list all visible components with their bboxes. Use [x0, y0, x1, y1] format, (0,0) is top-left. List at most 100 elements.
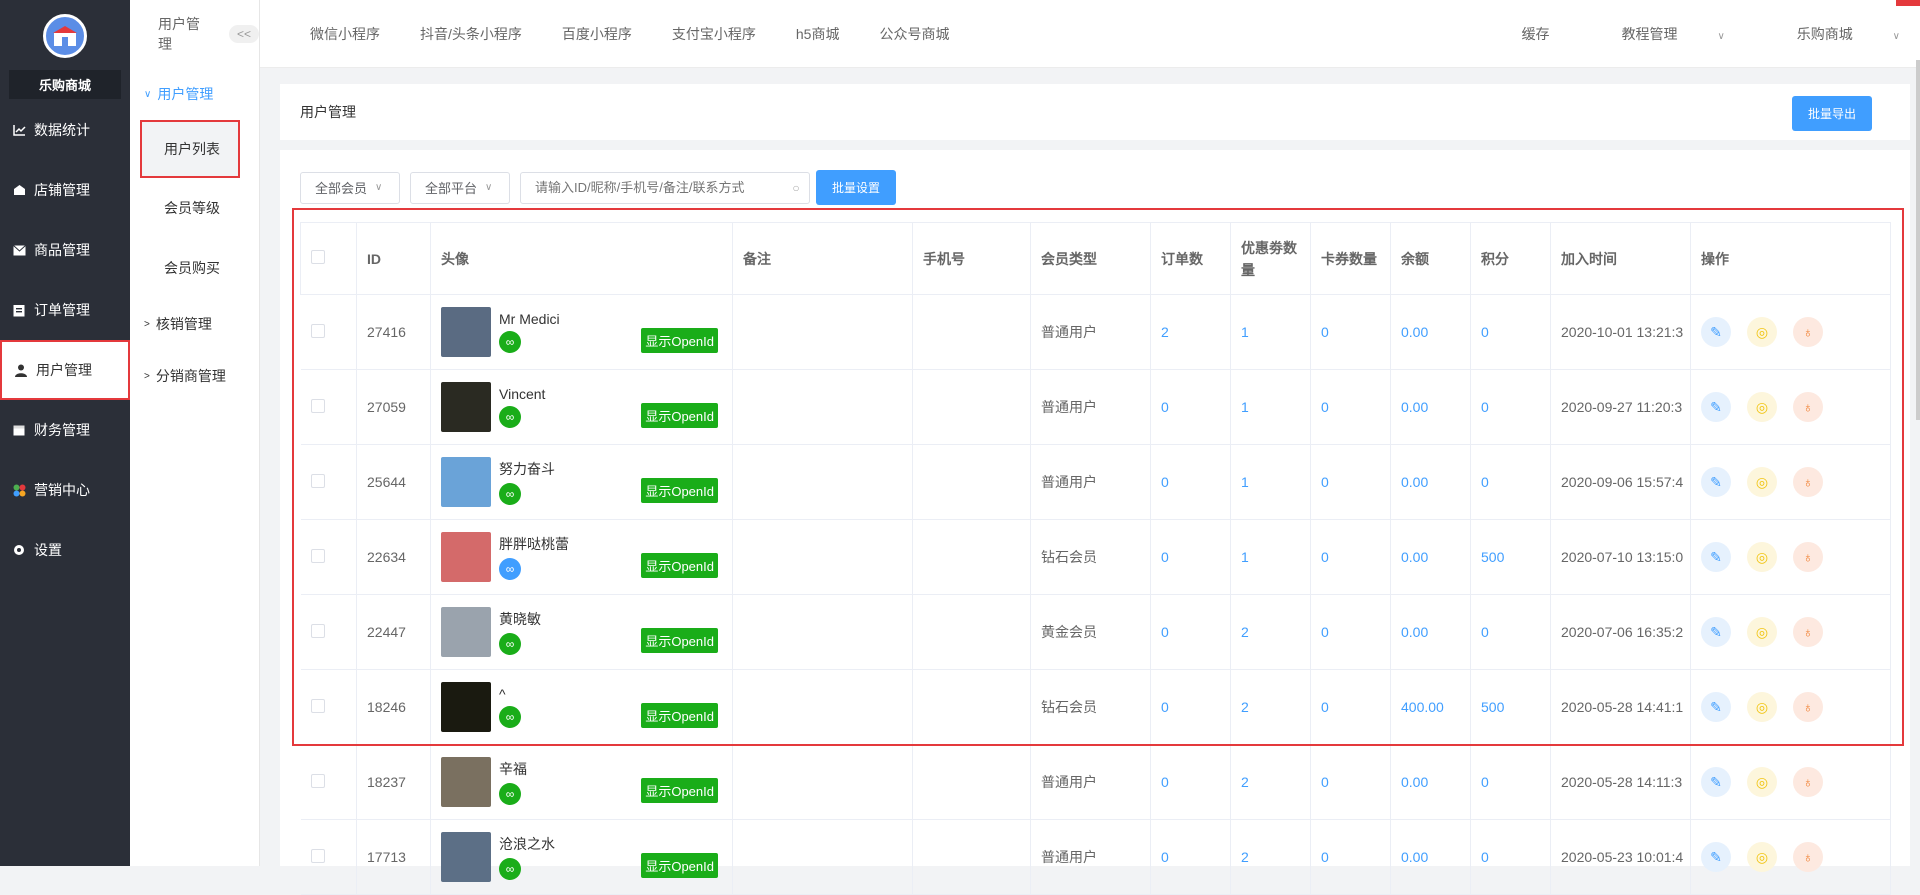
show-openid-button[interactable]: 显示OpenId [641, 628, 718, 653]
scrollbar[interactable] [1916, 60, 1920, 420]
show-openid-button[interactable]: 显示OpenId [641, 403, 718, 428]
money-bag-icon[interactable]: ♁ [1793, 842, 1823, 872]
balance[interactable]: 0.00 [1390, 369, 1471, 445]
coin-icon[interactable]: ◎ [1747, 392, 1777, 422]
select-all-checkbox[interactable] [311, 250, 325, 264]
card-count[interactable]: 0 [1310, 294, 1391, 370]
money-bag-icon[interactable]: ♁ [1793, 392, 1823, 422]
tutorial-menu[interactable]: 教程管理 ∨ [1586, 24, 1725, 44]
tab-h5-mall[interactable]: h5商城 [796, 24, 840, 44]
points[interactable]: 0 [1470, 744, 1551, 820]
edit-icon[interactable]: ✎ [1701, 392, 1731, 422]
coupon-count[interactable]: 1 [1230, 444, 1311, 520]
money-bag-icon[interactable]: ♁ [1793, 767, 1823, 797]
collapse-button[interactable]: << [228, 25, 259, 43]
balance[interactable]: 0.00 [1390, 744, 1471, 820]
coin-icon[interactable]: ◎ [1747, 842, 1777, 872]
platform-select[interactable]: 全部平台 ∨ [410, 171, 510, 204]
points[interactable]: 0 [1470, 294, 1551, 370]
order-count[interactable]: 0 [1150, 519, 1231, 595]
cache-link[interactable]: 缓存 [1522, 24, 1550, 44]
order-count[interactable]: 0 [1150, 444, 1231, 520]
sidebar-item-6[interactable]: 营销中心 [0, 460, 130, 520]
coin-icon[interactable]: ◎ [1747, 317, 1777, 347]
card-count[interactable]: 0 [1310, 594, 1391, 670]
balance[interactable]: 0.00 [1390, 594, 1471, 670]
row-checkbox[interactable] [310, 473, 325, 488]
balance[interactable]: 0.00 [1390, 444, 1471, 520]
row-checkbox[interactable] [310, 548, 325, 563]
money-bag-icon[interactable]: ♁ [1793, 467, 1823, 497]
coupon-count[interactable]: 1 [1230, 519, 1311, 595]
tab-alipay-miniprogram[interactable]: 支付宝小程序 [672, 24, 756, 44]
balance[interactable]: 0.00 [1390, 294, 1471, 370]
points[interactable]: 0 [1470, 594, 1551, 670]
show-openid-button[interactable]: 显示OpenId [641, 553, 718, 578]
tab-wechat-miniprogram[interactable]: 微信小程序 [310, 24, 380, 44]
member-select[interactable]: 全部会员 ∨ [300, 171, 400, 204]
tab-official-account-mall[interactable]: 公众号商城 [879, 24, 949, 44]
batch-settings-button[interactable]: 批量设置 [816, 170, 897, 205]
money-bag-icon[interactable]: ♁ [1793, 542, 1823, 572]
money-bag-icon[interactable]: ♁ [1793, 617, 1823, 647]
coupon-count[interactable]: 2 [1230, 669, 1311, 745]
money-bag-icon[interactable]: ♁ [1793, 317, 1823, 347]
order-count[interactable]: 2 [1150, 294, 1231, 370]
order-count[interactable]: 0 [1150, 819, 1231, 895]
coupon-count[interactable]: 2 [1230, 594, 1311, 670]
subnav-group-distributor[interactable]: > 分销商管理 [130, 350, 259, 402]
row-checkbox[interactable] [310, 398, 325, 413]
balance[interactable]: 0.00 [1390, 519, 1471, 595]
balance[interactable]: 0.00 [1390, 819, 1471, 895]
subnav-group-user-management[interactable]: ∨ 用户管理 [130, 68, 259, 120]
row-checkbox[interactable] [310, 323, 325, 338]
points[interactable]: 0 [1470, 369, 1551, 445]
show-openid-button[interactable]: 显示OpenId [641, 328, 718, 353]
sidebar-item-7[interactable]: 设置 [0, 520, 130, 580]
points[interactable]: 500 [1470, 519, 1551, 595]
subnav-group-verification[interactable]: > 核销管理 [130, 298, 259, 350]
card-count[interactable]: 0 [1310, 519, 1391, 595]
coin-icon[interactable]: ◎ [1747, 542, 1777, 572]
sidebar-item-4[interactable]: 用户管理 [0, 340, 130, 400]
coin-icon[interactable]: ◎ [1747, 692, 1777, 722]
coin-icon[interactable]: ◎ [1747, 617, 1777, 647]
order-count[interactable]: 0 [1150, 369, 1231, 445]
card-count[interactable]: 0 [1310, 444, 1391, 520]
points[interactable]: 0 [1470, 444, 1551, 520]
subnav-item-member-level[interactable]: 会员等级 [130, 178, 259, 238]
shop-menu[interactable]: 乐购商城 ∨ [1761, 24, 1900, 44]
edit-icon[interactable]: ✎ [1701, 542, 1731, 572]
points[interactable]: 500 [1470, 669, 1551, 745]
subnav-item-user-list[interactable]: 用户列表 [140, 120, 240, 178]
coupon-count[interactable]: 1 [1230, 294, 1311, 370]
search-input[interactable] [535, 180, 783, 195]
sidebar-item-2[interactable]: 商品管理 [0, 220, 130, 280]
show-openid-button[interactable]: 显示OpenId [641, 478, 718, 503]
balance[interactable]: 400.00 [1390, 669, 1471, 745]
batch-export-button[interactable]: 批量导出 [1791, 96, 1872, 131]
card-count[interactable]: 0 [1310, 819, 1391, 895]
tab-baidu-miniprogram[interactable]: 百度小程序 [562, 24, 632, 44]
card-count[interactable]: 0 [1310, 744, 1391, 820]
sidebar-item-3[interactable]: 订单管理 [0, 280, 130, 340]
order-count[interactable]: 0 [1150, 669, 1231, 745]
edit-icon[interactable]: ✎ [1701, 767, 1731, 797]
row-checkbox[interactable] [310, 698, 325, 713]
coin-icon[interactable]: ◎ [1747, 467, 1777, 497]
row-checkbox[interactable] [310, 623, 325, 638]
order-count[interactable]: 0 [1150, 744, 1231, 820]
sidebar-item-1[interactable]: 店铺管理 [0, 160, 130, 220]
edit-icon[interactable]: ✎ [1701, 842, 1731, 872]
show-openid-button[interactable]: 显示OpenId [641, 703, 718, 728]
search-icon[interactable]: ○ [783, 181, 809, 195]
points[interactable]: 0 [1470, 819, 1551, 895]
edit-icon[interactable]: ✎ [1701, 617, 1731, 647]
coupon-count[interactable]: 1 [1230, 369, 1311, 445]
money-bag-icon[interactable]: ♁ [1793, 692, 1823, 722]
card-count[interactable]: 0 [1310, 669, 1391, 745]
coupon-count[interactable]: 2 [1230, 744, 1311, 820]
order-count[interactable]: 0 [1150, 594, 1231, 670]
coupon-count[interactable]: 2 [1230, 819, 1311, 895]
sidebar-item-0[interactable]: 数据统计 [0, 100, 130, 160]
